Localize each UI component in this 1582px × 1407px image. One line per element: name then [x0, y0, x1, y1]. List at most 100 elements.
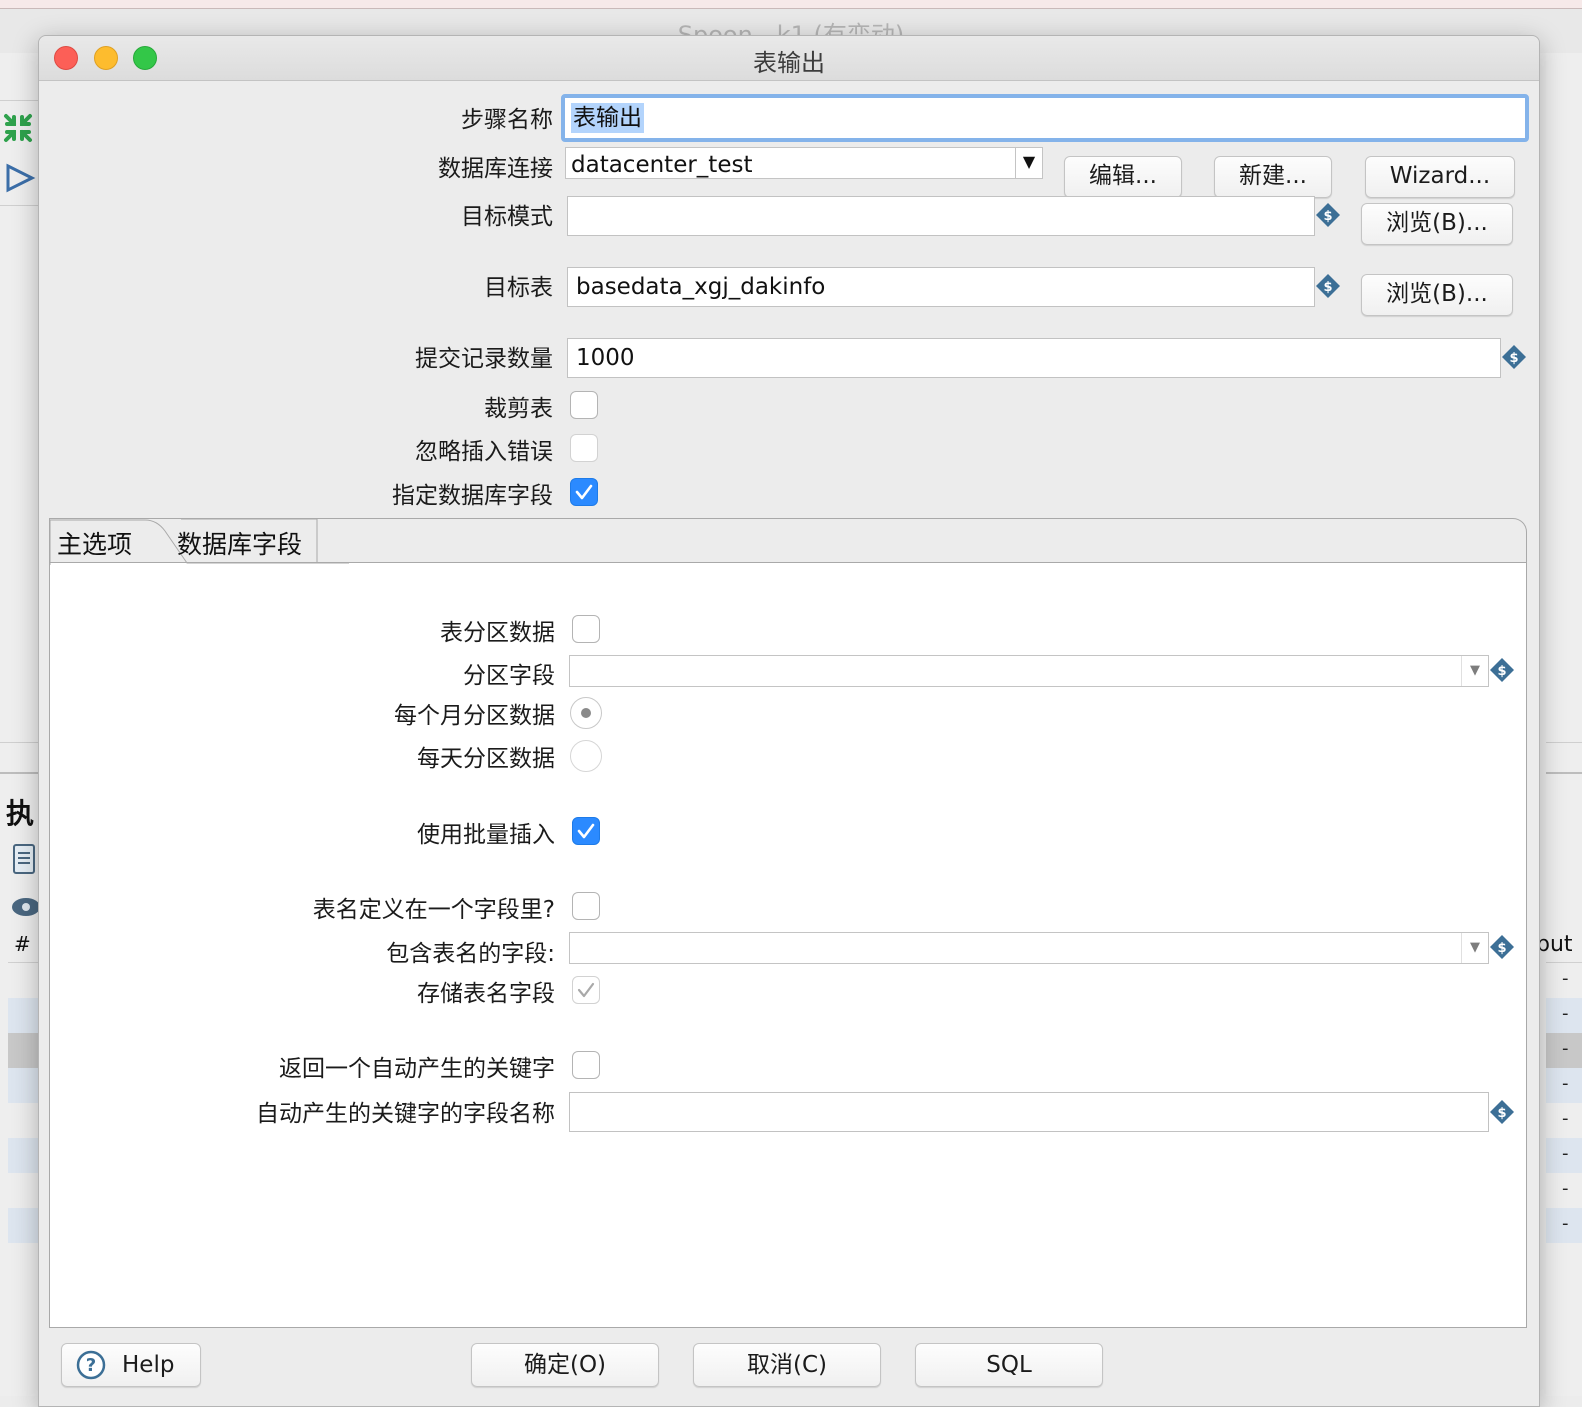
new-connection-button[interactable]: 新建... — [1214, 156, 1332, 198]
store-table-name-label: 存储表名字段 — [417, 981, 555, 1007]
store-table-name-checkbox[interactable] — [572, 976, 600, 1004]
table-row[interactable] — [8, 1033, 38, 1068]
cell-value: - — [1562, 1143, 1569, 1164]
help-label: Help — [122, 1352, 175, 1378]
commit-size-input[interactable]: 1000 — [567, 338, 1501, 378]
variable-icon: $ — [1315, 273, 1341, 299]
daily-partition-radio[interactable] — [570, 740, 602, 772]
truncate-table-checkbox[interactable] — [570, 391, 598, 419]
panel-divider — [1546, 742, 1582, 743]
help-button[interactable]: ? Help — [61, 1343, 201, 1387]
variable-icon: $ — [1489, 934, 1515, 960]
cell-value: - — [1562, 1073, 1569, 1094]
cancel-button[interactable]: 取消(C) — [693, 1343, 881, 1387]
target-table-input[interactable]: basedata_xgj_dakinfo — [567, 267, 1315, 307]
auto-key-field-input[interactable] — [569, 1092, 1489, 1132]
table-row[interactable] — [8, 998, 38, 1033]
cell-value: - — [1562, 1003, 1569, 1024]
target-table-label: 目标表 — [484, 275, 553, 301]
toolbar-divider — [0, 100, 38, 101]
wizard-button[interactable]: Wizard... — [1365, 156, 1515, 198]
ok-button[interactable]: 确定(O) — [471, 1343, 659, 1387]
svg-text:$: $ — [1323, 280, 1332, 295]
table-output-dialog: 表输出 步骤名称 表输出 数据库连接 datacenter_test ▼ 编辑.… — [38, 35, 1540, 1407]
db-connection-label: 数据库连接 — [438, 156, 553, 182]
monthly-partition-label: 每个月分区数据 — [394, 703, 555, 729]
browse-table-button[interactable]: 浏览(B)... — [1361, 274, 1513, 316]
daily-partition-label: 每天分区数据 — [417, 746, 555, 772]
table-name-field-label: 包含表名的字段: — [386, 941, 555, 967]
table-name-field-select[interactable]: ▼ — [569, 932, 1489, 964]
table-row[interactable] — [8, 1208, 38, 1243]
variable-icon: $ — [1489, 1099, 1515, 1125]
variable-icon: $ — [1489, 657, 1515, 683]
svg-text:$: $ — [1509, 351, 1518, 366]
ignore-insert-errors-checkbox[interactable] — [570, 434, 598, 462]
table-row[interactable] — [8, 1138, 38, 1173]
checkmark-icon — [577, 823, 595, 839]
dialog-title: 表输出 — [753, 49, 825, 77]
sql-button[interactable]: SQL — [915, 1343, 1103, 1387]
ignore-insert-errors-label: 忽略插入错误 — [415, 439, 553, 465]
toolbar-divider — [0, 205, 38, 206]
chevron-down-icon[interactable]: ▼ — [1461, 933, 1488, 963]
log-icon[interactable] — [10, 842, 38, 876]
db-connection-value: datacenter_test — [571, 152, 753, 178]
panel-divider — [0, 772, 38, 774]
row-number-header: # — [14, 932, 31, 956]
auto-key-field-label: 自动产生的关键字的字段名称 — [256, 1101, 555, 1127]
panel-divider — [1546, 772, 1582, 774]
batch-insert-label: 使用批量插入 — [417, 822, 555, 848]
monthly-partition-radio[interactable] — [570, 697, 602, 729]
tab-main-options[interactable]: 主选项 — [57, 525, 132, 561]
return-auto-key-label: 返回一个自动产生的关键字 — [279, 1056, 555, 1082]
table-row[interactable] — [8, 1068, 38, 1103]
execution-panel-title: 执 — [6, 797, 35, 830]
background-left-toolbar — [0, 53, 38, 1396]
preview-eye-icon[interactable] — [10, 894, 40, 920]
cell-value: - — [1562, 1038, 1569, 1059]
return-auto-key-checkbox[interactable] — [572, 1051, 600, 1079]
edit-connection-button[interactable]: 编辑... — [1064, 156, 1182, 198]
help-icon: ? — [76, 1350, 106, 1380]
target-schema-input[interactable] — [567, 196, 1315, 236]
target-schema-label: 目标模式 — [461, 204, 553, 230]
chevron-down-icon[interactable]: ▼ — [1015, 148, 1042, 178]
checkmark-icon — [577, 982, 595, 998]
table-partition-checkbox[interactable] — [572, 615, 600, 643]
checkmark-icon — [575, 484, 593, 500]
step-name-input[interactable]: 表输出 — [561, 94, 1529, 142]
grid-line — [8, 962, 38, 963]
tab-database-fields[interactable]: 数据库字段 — [177, 525, 302, 561]
svg-text:?: ? — [86, 1355, 96, 1376]
commit-size-label: 提交记录数量 — [415, 346, 553, 372]
background-top-strip — [0, 0, 1582, 9]
table-name-in-field-label: 表名定义在一个字段里? — [312, 897, 555, 923]
radio-dot — [581, 708, 591, 718]
collapse-icon[interactable] — [2, 112, 34, 144]
batch-insert-checkbox[interactable] — [572, 817, 600, 845]
chevron-down-icon[interactable]: ▼ — [1461, 656, 1488, 686]
truncate-table-label: 裁剪表 — [484, 396, 553, 422]
step-name-label: 步骤名称 — [461, 107, 553, 133]
output-column-header: put — [1536, 932, 1573, 957]
table-partition-label: 表分区数据 — [440, 620, 555, 646]
cell-value: - — [1562, 968, 1569, 989]
cell-value: - — [1562, 1178, 1569, 1199]
svg-text:$: $ — [1323, 209, 1332, 224]
panel-divider — [0, 742, 38, 743]
table-name-in-field-checkbox[interactable] — [572, 892, 600, 920]
variable-icon: $ — [1501, 344, 1527, 370]
svg-text:$: $ — [1497, 1106, 1506, 1121]
step-name-value: 表输出 — [571, 103, 644, 133]
svg-text:$: $ — [1497, 941, 1506, 956]
run-icon[interactable] — [4, 162, 36, 194]
variable-icon: $ — [1315, 202, 1341, 228]
cell-value: - — [1562, 1213, 1569, 1234]
cell-value: - — [1562, 1108, 1569, 1129]
partition-field-select[interactable]: ▼ — [569, 655, 1489, 687]
browse-schema-button[interactable]: 浏览(B)... — [1361, 203, 1513, 245]
svg-text:$: $ — [1497, 664, 1506, 679]
db-connection-select[interactable]: datacenter_test ▼ — [565, 147, 1043, 179]
specify-db-fields-checkbox[interactable] — [570, 478, 598, 506]
